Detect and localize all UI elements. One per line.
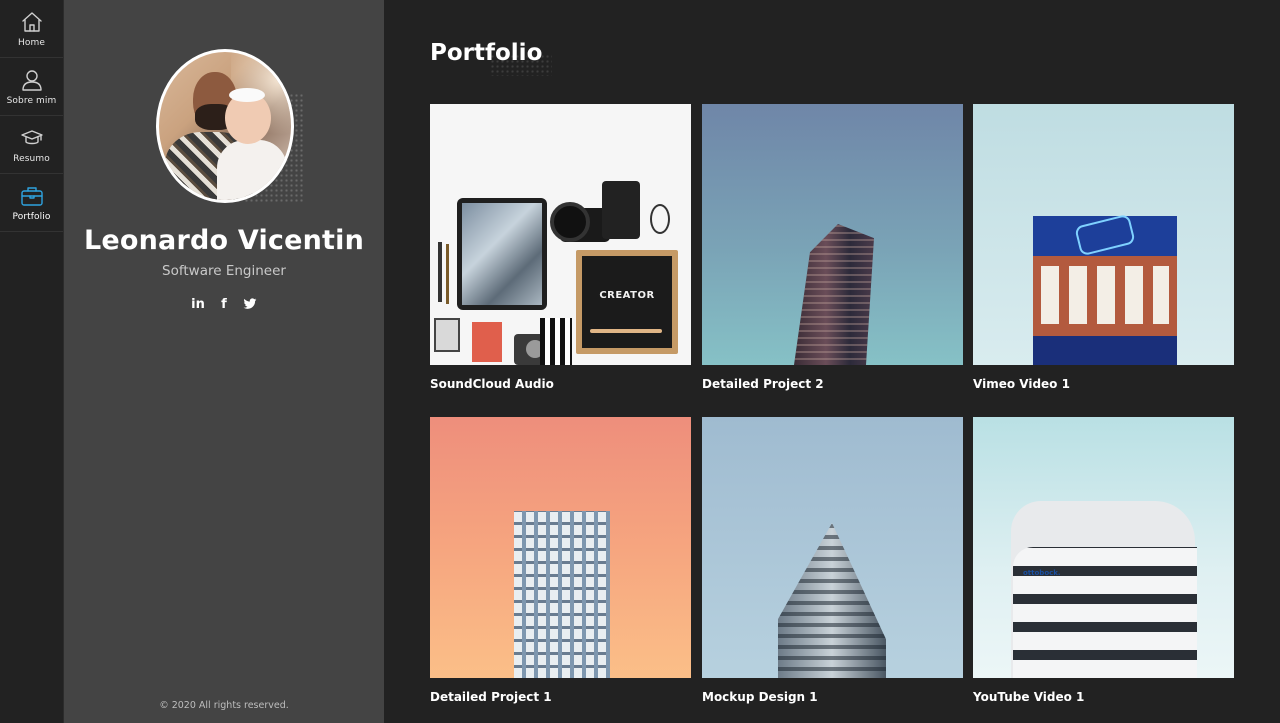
nav-label-portfolio: Portfolio [12, 211, 51, 222]
nav-label-resumo: Resumo [13, 153, 50, 164]
nav-item-home[interactable]: Home [0, 0, 63, 58]
portfolio-caption[interactable]: SoundCloud Audio [430, 377, 691, 391]
portfolio-thumbnail[interactable] [973, 104, 1234, 365]
portfolio-card-youtube-video-1[interactable]: ottobock. YouTube Video 1 [973, 417, 1234, 704]
portfolio-thumbnail[interactable] [702, 104, 963, 365]
portfolio-card-vimeo-video-1[interactable]: Vimeo Video 1 [973, 104, 1234, 391]
copyright-text: © 2020 All rights reserved. [159, 700, 289, 711]
user-icon [21, 69, 42, 91]
profile-panel: Leonardo Vicentin Software Engineer in f… [64, 0, 384, 723]
page-title: Portfolio [430, 40, 543, 66]
icon-nav: Home Sobre mim Resumo Portfolio [0, 0, 64, 723]
portfolio-caption[interactable]: Vimeo Video 1 [973, 377, 1234, 391]
nav-item-sobre-mim[interactable]: Sobre mim [0, 58, 63, 116]
portfolio-caption[interactable]: Mockup Design 1 [702, 690, 963, 704]
letterboard-text: CREATOR [599, 290, 655, 301]
portfolio-caption[interactable]: Detailed Project 2 [702, 377, 963, 391]
portfolio-card-mockup-design-1[interactable]: Mockup Design 1 [702, 417, 963, 704]
portfolio-card-soundcloud-audio[interactable]: CREATOR SoundCloud Audio [430, 104, 691, 391]
portfolio-thumbnail[interactable] [430, 417, 691, 678]
portfolio-caption[interactable]: Detailed Project 1 [430, 690, 691, 704]
building-sign-text: ottobock. [1023, 569, 1061, 577]
graduation-cap-icon [20, 129, 43, 144]
profile-name: Leonardo Vicentin [83, 225, 365, 256]
briefcase-icon [20, 186, 43, 206]
social-links: in f [64, 296, 384, 312]
linkedin-icon[interactable]: in [191, 296, 205, 312]
nav-item-resumo[interactable]: Resumo [0, 116, 63, 174]
avatar [156, 49, 294, 203]
nav-label-sobre-mim: Sobre mim [6, 95, 57, 106]
portfolio-thumbnail[interactable]: ottobock. [973, 417, 1234, 678]
profile-role: Software Engineer [162, 263, 286, 279]
portfolio-caption[interactable]: YouTube Video 1 [973, 690, 1234, 704]
nav-label-home: Home [18, 37, 45, 48]
home-icon [21, 11, 42, 32]
avatar-wrapper [156, 49, 304, 203]
portfolio-card-detailed-project-1[interactable]: Detailed Project 1 [430, 417, 691, 704]
twitter-icon[interactable] [243, 296, 257, 312]
portfolio-card-detailed-project-2[interactable]: Detailed Project 2 [702, 104, 963, 391]
portfolio-thumbnail[interactable]: CREATOR [430, 104, 691, 365]
facebook-icon[interactable]: f [217, 296, 231, 312]
nav-item-portfolio[interactable]: Portfolio [0, 174, 63, 232]
portfolio-thumbnail[interactable] [702, 417, 963, 678]
